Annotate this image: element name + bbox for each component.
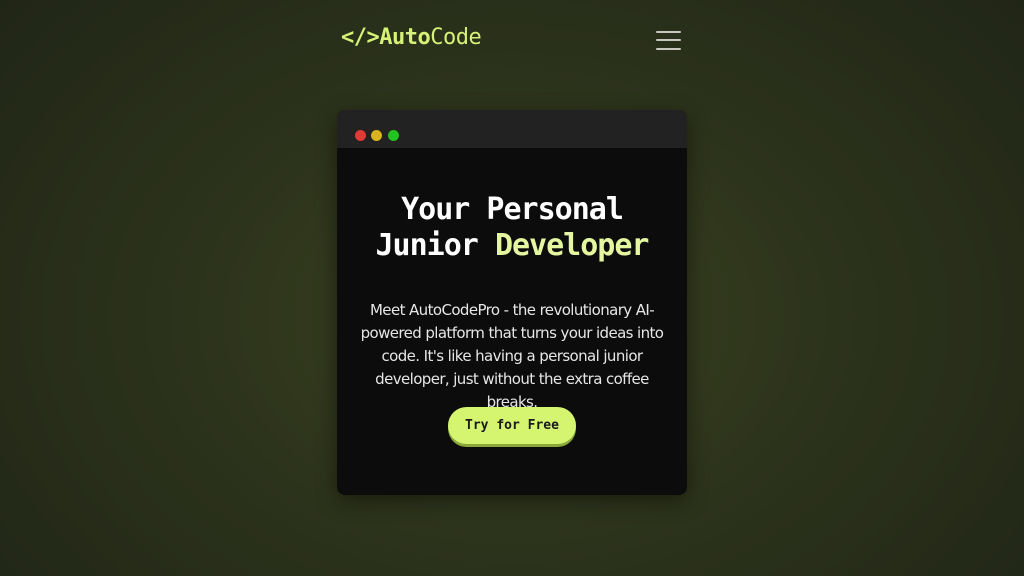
- brand-symbol: </>: [341, 25, 380, 50]
- headline-line2-plain: Junior: [375, 228, 495, 263]
- window-titlebar: [337, 110, 687, 148]
- hero-window-card: Your Personal Junior Developer Meet AutoC…: [337, 110, 687, 495]
- menu-line: [656, 39, 681, 41]
- window-minimize-dot: [371, 130, 382, 141]
- brand-logo[interactable]: </>AutoCode: [341, 25, 482, 50]
- brand-name-regular: Code: [430, 25, 482, 50]
- headline-accent: Developer: [494, 228, 650, 263]
- menu-line: [656, 31, 681, 33]
- brand-name-bold: Auto: [379, 25, 431, 50]
- hero-description: Meet AutoCodePro - the revolutionary AI-…: [360, 301, 664, 411]
- window-close-dot: [355, 130, 366, 141]
- menu-line: [656, 48, 681, 50]
- try-for-free-button[interactable]: Try for Free: [448, 407, 576, 444]
- hamburger-menu-icon[interactable]: [656, 29, 682, 51]
- hero-headline: Your Personal Junior Developer: [337, 192, 687, 264]
- window-maximize-dot: [388, 130, 399, 141]
- headline-line1: Your Personal: [401, 192, 624, 227]
